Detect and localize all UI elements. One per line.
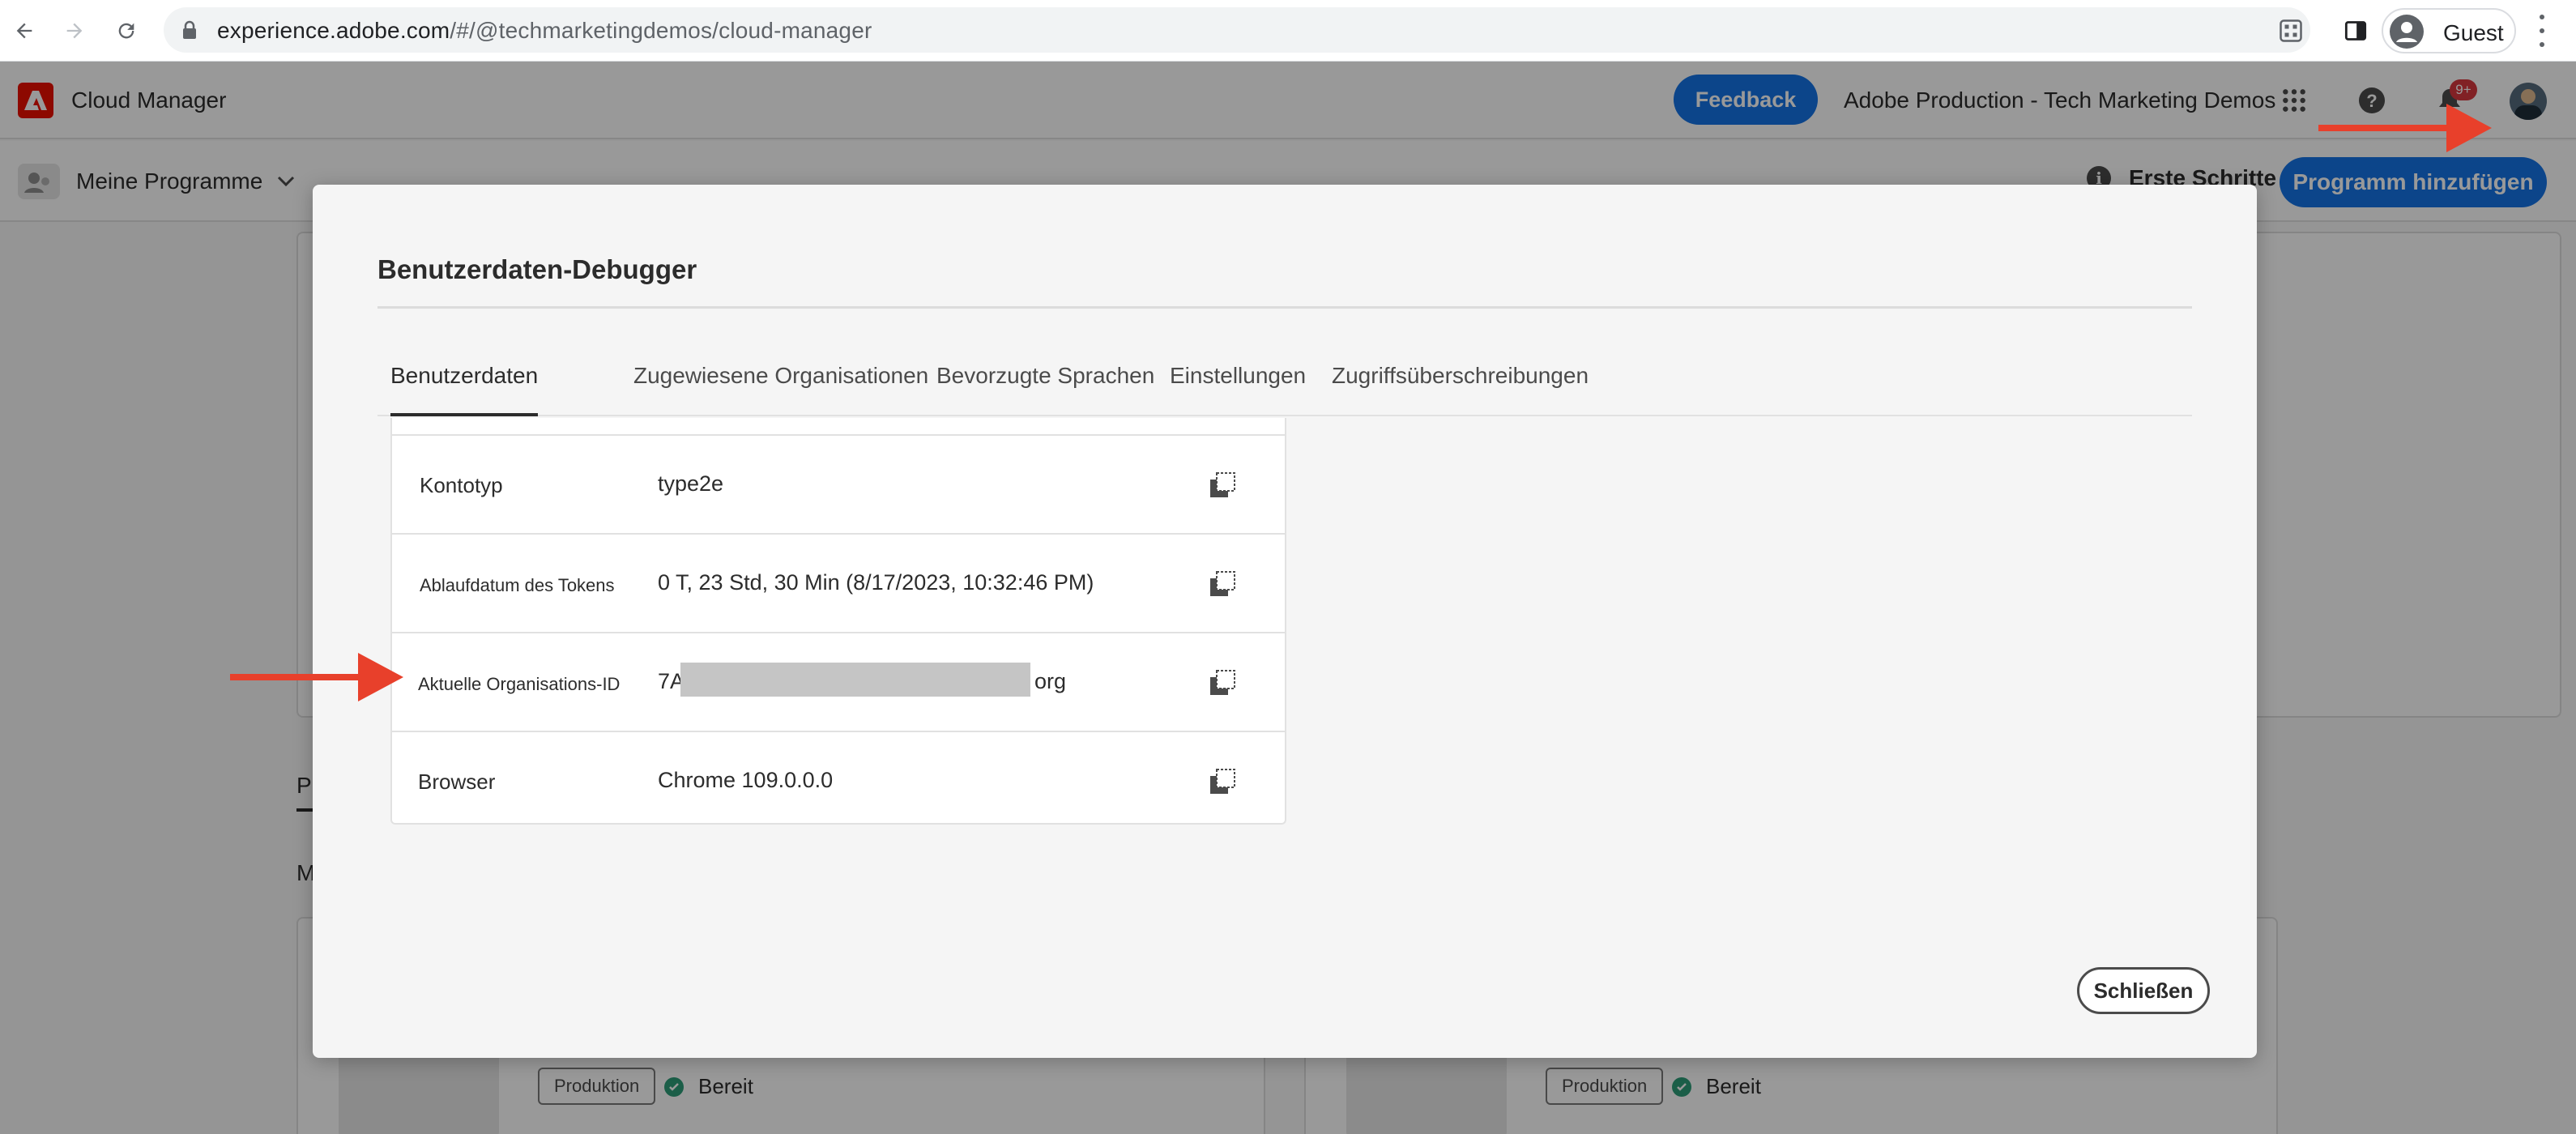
tab-zugriffsueberschreibungen[interactable]: Zugriffsüberschreibungen [1332, 353, 1589, 415]
user-data-table[interactable]: Kontotyp type2e Ablaufdatum des Tokens 0… [390, 418, 1286, 825]
tab-bevorzugte-sprachen[interactable]: Bevorzugte Sprachen [936, 353, 1154, 415]
copy-icon[interactable] [1209, 471, 1236, 499]
row-value: Chrome 109.0.0.0 [658, 768, 834, 792]
row-key: Ablaufdatum des Tokens [420, 575, 615, 595]
row-value: 7A org [658, 663, 1067, 697]
table-row: Aktuelle Organisations-ID 7A org [392, 632, 1285, 731]
profile-label: Guest [2443, 20, 2504, 45]
profile-button[interactable]: Guest [2382, 8, 2516, 53]
dialog-divider [377, 306, 2192, 309]
row-key: Aktuelle Organisations-ID [418, 674, 621, 694]
copy-icon[interactable] [1209, 669, 1236, 697]
address-bar[interactable]: experience.adobe.com/#/@techmarketingdem… [164, 7, 2310, 53]
redaction-box [680, 663, 1030, 697]
row-value: type2e [658, 471, 724, 496]
back-icon[interactable] [6, 13, 42, 49]
qr-code-icon[interactable] [2273, 13, 2309, 49]
dialog-title: Benutzerdaten-Debugger [377, 254, 697, 284]
copy-icon[interactable] [1209, 768, 1236, 795]
tab-benutzerdaten[interactable]: Benutzerdaten [390, 353, 539, 416]
org-id-suffix: org [1034, 669, 1067, 693]
table-row: Ablaufdatum des Tokens 0 T, 23 Std, 30 M… [392, 533, 1285, 632]
url-text: experience.adobe.com/#/@techmarketingdem… [217, 18, 872, 43]
side-panel-icon[interactable] [2338, 13, 2373, 49]
lock-icon [181, 20, 198, 44]
user-data-debugger-dialog: Benutzerdaten-Debugger Benutzerdaten Zug… [313, 185, 2257, 1058]
row-key: Browser [418, 770, 496, 794]
browser-menu-icon[interactable] [2532, 15, 2552, 47]
browser-toolbar: experience.adobe.com/#/@techmarketingdem… [0, 0, 2576, 62]
row-key: Kontotyp [420, 473, 503, 497]
reload-icon[interactable] [109, 13, 144, 49]
forward-icon[interactable] [57, 13, 92, 49]
guest-avatar-icon [2390, 15, 2424, 49]
table-row: Kontotyp type2e [392, 434, 1285, 533]
table-row: Browser Chrome 109.0.0.0 [392, 731, 1285, 823]
tab-zugewiesene-organisationen[interactable]: Zugewiesene Organisationen [633, 353, 928, 415]
dialog-tabs: Benutzerdaten Zugewiesene Organisationen… [377, 353, 2192, 416]
copy-icon[interactable] [1209, 570, 1236, 598]
tab-einstellungen[interactable]: Einstellungen [1170, 353, 1306, 415]
close-button[interactable]: Schließen [2077, 967, 2210, 1014]
row-value: 0 T, 23 Std, 30 Min (8/17/2023, 10:32:46… [658, 570, 1094, 595]
